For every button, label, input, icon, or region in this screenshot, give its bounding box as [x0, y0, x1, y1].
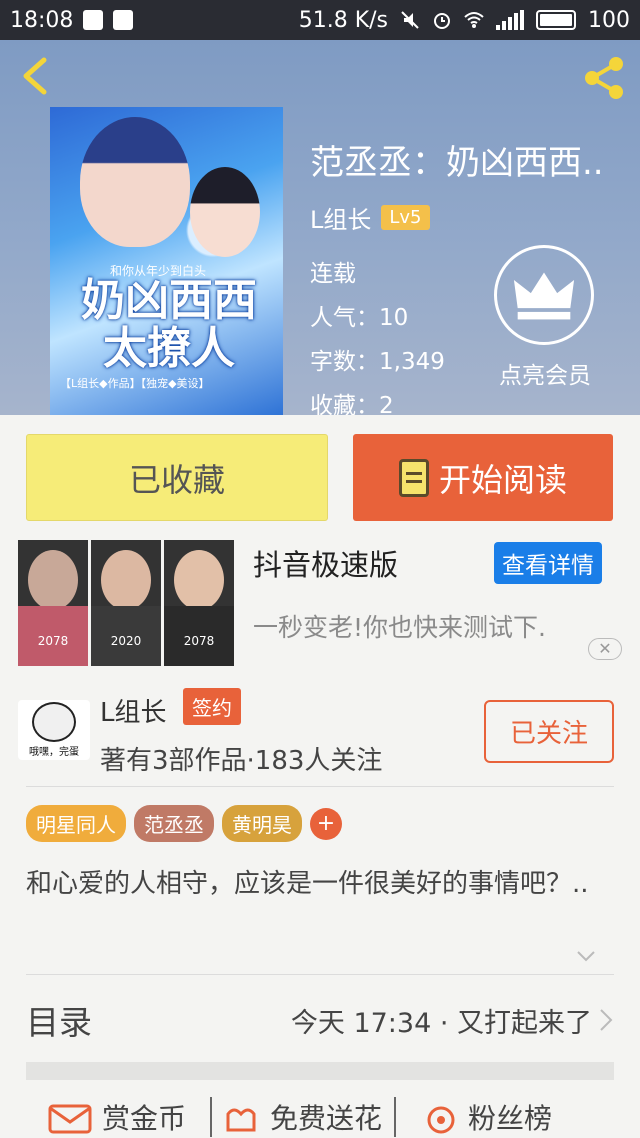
close-icon[interactable]: ✕: [588, 638, 622, 660]
book-description[interactable]: 和心爱的人相守，应该是一件很美好的事情吧？..: [26, 866, 616, 902]
start-reading-button[interactable]: 开始阅读: [353, 434, 613, 521]
battery-icon: [536, 10, 576, 30]
ad-thumbnail: 2078: [164, 540, 234, 666]
follow-button[interactable]: 已关注: [484, 700, 614, 763]
cover-title: 奶凶西西 太撩人: [81, 275, 257, 374]
wifi-icon: [464, 12, 484, 28]
ad-description: 一秒变老!你也快来测试下.: [253, 613, 546, 642]
tag-chip[interactable]: 明星同人: [26, 805, 126, 842]
toc-label: 目录: [26, 1003, 92, 1042]
flower-icon: [226, 1108, 256, 1132]
start-reading-label: 开始阅读: [438, 460, 567, 499]
back-arrow-icon[interactable]: [14, 54, 58, 98]
send-flower-button[interactable]: 免费送花: [222, 1097, 382, 1137]
author-name[interactable]: L组长: [310, 200, 371, 235]
battery-level: 100: [588, 7, 630, 33]
envelope-icon: [48, 1104, 92, 1134]
ad-thumbnail: 2078: [18, 540, 88, 666]
flower-label: 免费送花: [270, 1102, 383, 1135]
alarm-icon: [434, 13, 450, 29]
avatar[interactable]: 哦嘿，完蛋: [18, 700, 90, 760]
cover-figure-female: [190, 167, 260, 257]
divider: [26, 786, 614, 787]
level-badge: Lv5: [381, 205, 430, 230]
add-tag-button[interactable]: +: [310, 807, 342, 840]
section-separator: [26, 1062, 614, 1080]
fans-label: 粉丝榜: [468, 1102, 553, 1135]
mute-icon: [401, 11, 419, 29]
author-stats: 著有3部作品·183人关注: [100, 746, 383, 776]
share-icon[interactable]: [580, 54, 628, 102]
book-header: 和你从年少到白头 奶凶西西 太撩人 【L组长◆作品】【独宠◆美设】 范丞丞：奶凶…: [0, 40, 640, 415]
book-meta: 连载 人气：10 字数：1,349 收藏：2: [310, 252, 445, 415]
book-icon: [398, 458, 429, 497]
latest-update: 今天 17:34 · 又打起来了: [290, 1007, 592, 1039]
favorites-count: 收藏：2: [310, 393, 394, 415]
separator: [210, 1097, 213, 1137]
status-time: 18:08: [10, 7, 74, 33]
word-count: 字数：1,349: [310, 349, 445, 375]
reward-coins-button[interactable]: 赏金币: [48, 1097, 186, 1137]
network-speed: 51.8 K/s: [298, 7, 388, 33]
ad-title: 抖音极速版: [253, 548, 399, 582]
author-card-name[interactable]: L组长: [100, 692, 167, 729]
serial-status: 连载: [310, 261, 356, 287]
divider: [26, 974, 614, 975]
ad-banner[interactable]: 2078 2020 2078 抖音极速版 查看详情 一秒变老!你也快来测试下. …: [0, 530, 640, 675]
popularity: 人气：10: [310, 305, 409, 331]
fans-ranking-button[interactable]: 粉丝榜: [424, 1097, 552, 1137]
cover-figure-male: [80, 117, 190, 247]
tag-list: 明星同人 范丞丞 黄明昊 +: [26, 805, 342, 842]
tag-chip[interactable]: 黄明昊: [222, 805, 302, 842]
app-notification-icon: [113, 10, 134, 30]
avatar-caption: 哦嘿，完蛋: [29, 747, 79, 758]
tag-chip[interactable]: 范丞丞: [134, 805, 214, 842]
author-row: L组长 Lv5: [310, 200, 430, 235]
bottom-action-bar: 赏金币 免费送花 粉丝榜: [0, 1096, 640, 1138]
chevron-down-icon[interactable]: [574, 944, 598, 968]
notification-icon: [83, 10, 104, 30]
signed-badge: 签约: [183, 688, 241, 725]
separator: [394, 1097, 397, 1137]
status-bar: 18:08 51.8 K/s 100: [0, 0, 640, 40]
collected-button[interactable]: 已收藏: [26, 434, 328, 521]
ranking-icon: [427, 1106, 455, 1134]
cover-credits: 【L组长◆作品】【独宠◆美设】: [60, 377, 210, 390]
ad-detail-button[interactable]: 查看详情: [494, 542, 602, 584]
crown-icon[interactable]: [494, 245, 594, 345]
book-title: 范丞丞：奶凶西西..: [310, 143, 604, 183]
table-of-contents-row[interactable]: 目录 今天 17:34 · 又打起来了: [26, 990, 614, 1050]
reward-label: 赏金币: [102, 1102, 187, 1135]
ad-thumbnail: 2020: [91, 540, 161, 666]
book-cover[interactable]: 和你从年少到白头 奶凶西西 太撩人 【L组长◆作品】【独宠◆美设】: [50, 107, 283, 415]
vip-label[interactable]: 点亮会员: [490, 356, 600, 390]
chevron-right-icon: [600, 1009, 613, 1031]
signal-icon: [496, 10, 524, 30]
